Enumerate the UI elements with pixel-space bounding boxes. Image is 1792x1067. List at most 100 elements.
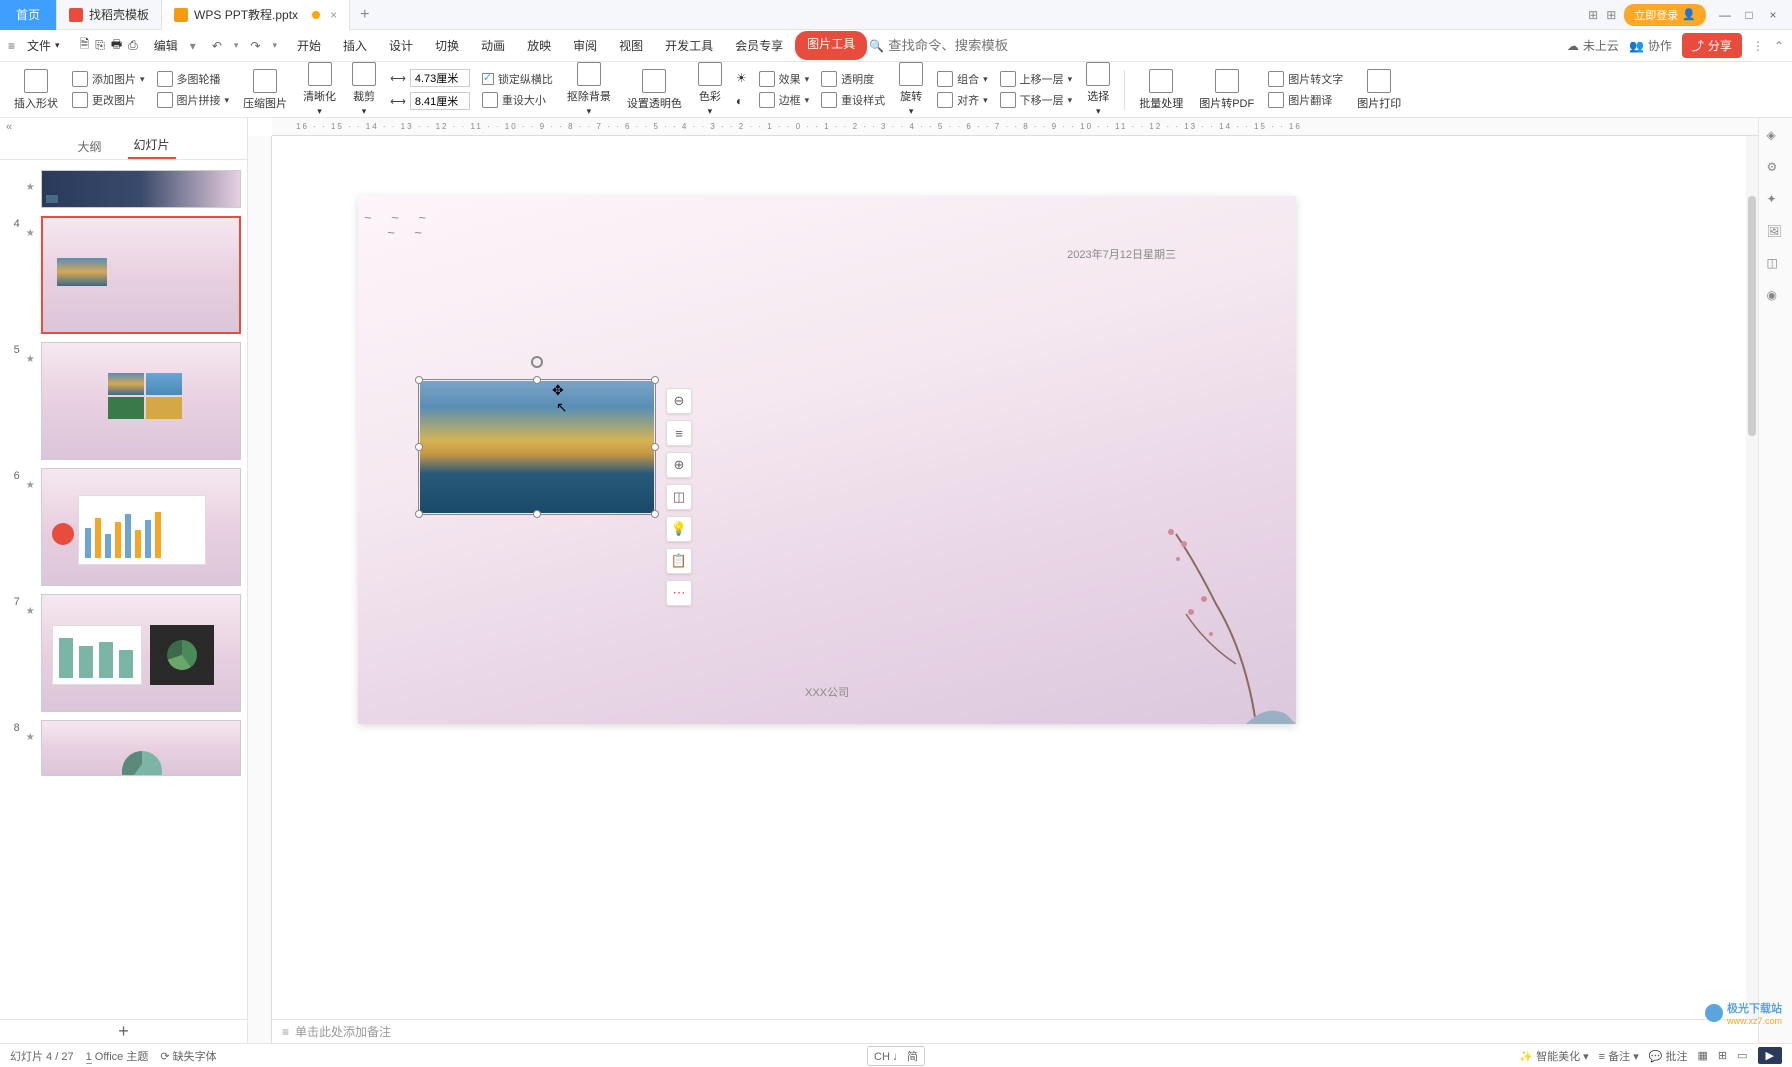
height-field[interactable]: ⟷ bbox=[386, 67, 474, 89]
float-layers[interactable]: ≡ bbox=[666, 420, 692, 446]
float-extract[interactable]: 📋 bbox=[666, 548, 692, 574]
thumbnail-5[interactable] bbox=[41, 342, 241, 460]
sharpen[interactable]: 清晰化▾ bbox=[297, 62, 342, 117]
export-icon[interactable]: ⎘ bbox=[95, 38, 105, 53]
view-sorter-icon[interactable]: ⊞ bbox=[1718, 1049, 1727, 1062]
image-stitch[interactable]: 图片拼接▾ bbox=[153, 90, 234, 110]
minimize-button[interactable]: — bbox=[1714, 4, 1736, 26]
tab-picture-tools[interactable]: 图片工具 bbox=[795, 31, 867, 60]
thumb-row[interactable]: 5 ★ bbox=[0, 338, 247, 464]
multi-carousel[interactable]: 多图轮播 bbox=[153, 69, 234, 89]
redo-icon[interactable]: ↷ bbox=[246, 39, 264, 53]
group[interactable]: 组合▾ bbox=[933, 69, 992, 89]
tab-design[interactable]: 设计 bbox=[379, 31, 423, 60]
image-tool-icon[interactable]: 🖼 bbox=[1767, 224, 1785, 242]
resize-handle-se[interactable] bbox=[651, 510, 659, 518]
tab-outline[interactable]: 大纲 bbox=[71, 134, 107, 159]
slide-canvas[interactable]: ~ ~ ~ ~ ~ 2023年7月12日星期三 XXX公司 ✥ ↖ bbox=[358, 196, 1296, 724]
tab-vip[interactable]: 会员专享 bbox=[725, 31, 793, 60]
float-more[interactable]: ⋯ bbox=[666, 580, 692, 606]
tab-view[interactable]: 视图 bbox=[609, 31, 653, 60]
tab-slideshow[interactable]: 放映 bbox=[517, 31, 561, 60]
tab-start[interactable]: 开始 bbox=[287, 31, 331, 60]
adjust-icon[interactable]: ◉ bbox=[1767, 288, 1785, 306]
float-idea[interactable]: 💡 bbox=[666, 516, 692, 542]
search-area[interactable]: 🔍 bbox=[869, 38, 1008, 53]
edit-menu[interactable]: 编辑 bbox=[154, 37, 178, 54]
tab-templates[interactable]: 找稻壳模板 bbox=[57, 0, 162, 30]
collapse-icon[interactable]: ⌃ bbox=[1774, 39, 1784, 53]
view-reading-icon[interactable]: ▭ bbox=[1737, 1049, 1747, 1062]
select[interactable]: 选择▾ bbox=[1080, 62, 1116, 117]
resize-handle-e[interactable] bbox=[651, 443, 659, 451]
new-tab-button[interactable]: + bbox=[350, 6, 379, 24]
save-icon[interactable]: 🗎 bbox=[80, 35, 90, 56]
hamburger-icon[interactable]: ≡ bbox=[8, 39, 15, 53]
resize-handle-w[interactable] bbox=[415, 443, 423, 451]
comments-button[interactable]: 💬 批注 bbox=[1649, 1048, 1688, 1064]
move-up[interactable]: 上移一层▾ bbox=[996, 69, 1077, 89]
cloud-status[interactable]: ☁ 未上云 bbox=[1567, 37, 1619, 54]
notes-button[interactable]: ≡ 备注 ▾ bbox=[1599, 1048, 1639, 1064]
layout-icon[interactable]: ⊞ bbox=[1588, 8, 1598, 22]
print-icon[interactable]: 🖶 bbox=[111, 35, 122, 56]
batch[interactable]: 批量处理 bbox=[1133, 69, 1189, 111]
tab-developer[interactable]: 开发工具 bbox=[655, 31, 723, 60]
thumb-row[interactable]: 6 ★ bbox=[0, 464, 247, 590]
insert-shape[interactable]: 插入形状 bbox=[8, 69, 64, 111]
resize-handle-n[interactable] bbox=[533, 376, 541, 384]
crop[interactable]: 裁剪▾ bbox=[346, 62, 382, 117]
tab-insert[interactable]: 插入 bbox=[333, 31, 377, 60]
reset-size[interactable]: 重设大小 bbox=[478, 90, 557, 110]
scrollbar-v[interactable] bbox=[1746, 136, 1758, 1019]
resize-handle-sw[interactable] bbox=[415, 510, 423, 518]
design-icon[interactable]: ◈ bbox=[1767, 128, 1785, 146]
undo-icon[interactable]: ↶ bbox=[208, 39, 226, 53]
print-image[interactable]: 图片打印 bbox=[1351, 69, 1407, 111]
thumbnail-3-partial[interactable] bbox=[41, 170, 241, 208]
float-collapse[interactable]: ⊖ bbox=[666, 388, 692, 414]
brightness-icon[interactable]: ☀ bbox=[732, 67, 751, 89]
tab-review[interactable]: 审阅 bbox=[563, 31, 607, 60]
search-input[interactable] bbox=[888, 38, 1008, 53]
missing-fonts[interactable]: ⟳ 缺失字体 bbox=[160, 1048, 216, 1064]
align[interactable]: 对齐▾ bbox=[933, 90, 992, 110]
reset-style[interactable]: 重设样式 bbox=[817, 90, 889, 110]
grid-icon[interactable]: ⊞ bbox=[1606, 8, 1616, 22]
resize-handle-ne[interactable] bbox=[651, 376, 659, 384]
height-input[interactable] bbox=[410, 69, 470, 87]
to-text[interactable]: 图片转文字 bbox=[1264, 69, 1347, 89]
collapse-panel[interactable]: « bbox=[0, 118, 247, 136]
thumbnail-8[interactable] bbox=[41, 720, 241, 776]
thumbnail-7[interactable] bbox=[41, 594, 241, 712]
login-button[interactable]: 立即登录 👤 bbox=[1624, 4, 1706, 26]
file-menu[interactable]: 文件 ▾ bbox=[23, 37, 64, 54]
tab-animation[interactable]: 动画 bbox=[471, 31, 515, 60]
lock-ratio[interactable]: 锁定纵横比 bbox=[478, 69, 557, 89]
rotate-handle[interactable] bbox=[531, 356, 543, 368]
close-button[interactable]: × bbox=[1762, 4, 1784, 26]
settings-icon[interactable]: ⚙ bbox=[1767, 160, 1785, 178]
float-zoom[interactable]: ⊕ bbox=[666, 452, 692, 478]
tab-transition[interactable]: 切换 bbox=[425, 31, 469, 60]
thumb-row[interactable]: 8 ★ bbox=[0, 716, 247, 780]
rotate[interactable]: 旋转▾ bbox=[893, 62, 929, 117]
width-field[interactable]: ⟷ bbox=[386, 90, 474, 112]
effect[interactable]: 效果▾ bbox=[755, 69, 814, 89]
add-slide-button[interactable]: + bbox=[0, 1019, 247, 1043]
contrast-icon[interactable]: ◐ bbox=[732, 90, 751, 112]
color[interactable]: 色彩▾ bbox=[692, 62, 728, 117]
move-down[interactable]: 下移一层▾ bbox=[996, 90, 1077, 110]
remove-bg[interactable]: 抠除背景▾ bbox=[561, 62, 617, 117]
ime-indicator[interactable]: CH ♩ 简 bbox=[867, 1046, 925, 1066]
add-image[interactable]: 添加图片▾ bbox=[68, 69, 149, 89]
beautify-button[interactable]: ✨ 智能美化 ▾ bbox=[1519, 1048, 1588, 1064]
tab-document[interactable]: WPS PPT教程.pptx × bbox=[162, 0, 350, 30]
close-icon[interactable]: × bbox=[330, 8, 337, 22]
to-pdf[interactable]: 图片转PDF bbox=[1193, 69, 1260, 111]
tab-home[interactable]: 首页 bbox=[0, 0, 57, 30]
resize-handle-nw[interactable] bbox=[415, 376, 423, 384]
set-transparent[interactable]: 设置透明色 bbox=[621, 69, 688, 111]
thumbnail-6[interactable] bbox=[41, 468, 241, 586]
thumb-row[interactable]: 4 ★ bbox=[0, 212, 247, 338]
